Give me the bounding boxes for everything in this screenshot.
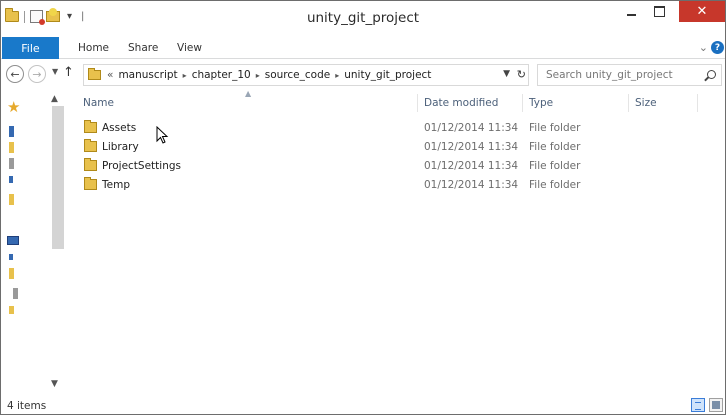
file-name[interactable]: Library — [102, 141, 139, 153]
forward-button[interactable]: → — [28, 65, 46, 83]
file-date-modified: 01/12/2014 11:34 — [424, 160, 519, 172]
recent-locations-dropdown[interactable]: ▼ — [52, 67, 58, 76]
sort-ascending-icon: ▲ — [245, 89, 252, 98]
expand-ribbon-chevron-icon[interactable]: ⌄ — [699, 41, 708, 54]
close-icon: ✕ — [696, 4, 708, 19]
breadcrumb-chapter-10[interactable]: chapter_10 — [192, 69, 251, 81]
breadcrumb-unity-git-project[interactable]: unity_git_project — [344, 69, 431, 81]
file-date-modified: 01/12/2014 11:34 — [424, 141, 519, 153]
folder-icon — [84, 158, 97, 171]
mouse-pointer-icon — [156, 126, 169, 144]
file-type: File folder — [529, 160, 581, 172]
folder-icon — [84, 177, 97, 190]
file-type: File folder — [529, 179, 581, 191]
tab-home[interactable]: Home — [78, 42, 109, 54]
column-divider[interactable] — [697, 94, 698, 112]
libraries-folder-icon[interactable] — [9, 194, 14, 205]
navigation-pane: ★ ▲ ▼ — [1, 92, 65, 398]
file-type: File folder — [529, 141, 581, 153]
network-icon[interactable] — [9, 254, 13, 260]
breadcrumb-chevron-icon[interactable]: ▸ — [335, 71, 339, 80]
breadcrumb-manuscript[interactable]: manuscript — [118, 69, 177, 81]
recent-places-icon[interactable] — [9, 158, 14, 169]
tab-share[interactable]: Share — [128, 42, 158, 54]
explorer-window: ▾ | unity_git_project ✕ File Home Share … — [0, 0, 726, 415]
onedrive-icon[interactable] — [9, 176, 13, 183]
up-button[interactable]: ↑ — [63, 65, 74, 80]
column-type[interactable]: Type — [529, 97, 553, 109]
item-count: 4 items — [7, 400, 47, 412]
back-button[interactable]: ← — [6, 65, 24, 83]
status-bar: 4 items — [1, 397, 725, 414]
breadcrumb-chevron-icon[interactable]: ▸ — [183, 71, 187, 80]
table-row[interactable]: Temp 01/12/2014 11:34 File folder — [65, 176, 725, 195]
search-placeholder: Search unity_git_project — [546, 69, 673, 81]
folder-icon — [84, 120, 97, 133]
file-name[interactable]: ProjectSettings — [102, 160, 181, 172]
file-name[interactable]: Assets — [102, 122, 136, 134]
folder-icon — [88, 68, 101, 80]
search-icon[interactable] — [707, 70, 716, 79]
folder-icon[interactable] — [9, 268, 14, 279]
close-button[interactable]: ✕ — [679, 1, 725, 22]
drive-icon[interactable] — [9, 306, 14, 314]
column-divider[interactable] — [522, 94, 523, 112]
table-row[interactable]: ProjectSettings 01/12/2014 11:34 File fo… — [65, 157, 725, 176]
column-divider[interactable] — [628, 94, 629, 112]
file-date-modified: 01/12/2014 11:34 — [424, 179, 519, 191]
refresh-icon[interactable]: ↻ — [517, 68, 526, 81]
favorites-star-icon[interactable]: ★ — [7, 98, 20, 116]
breadcrumb-chevron-icon[interactable]: ▸ — [256, 71, 260, 80]
tab-view[interactable]: View — [177, 42, 202, 54]
desktop-icon[interactable] — [9, 126, 14, 137]
folder-icon — [84, 139, 97, 152]
address-history-dropdown[interactable]: ▼ — [503, 69, 510, 79]
column-headers: ▲ Name Date modified Type Size — [65, 89, 725, 116]
window-title: unity_git_project — [306, 10, 420, 26]
downloads-folder-icon[interactable] — [9, 142, 14, 153]
this-pc-icon[interactable] — [7, 236, 19, 245]
maximize-button[interactable] — [646, 1, 673, 22]
tab-file[interactable]: File — [2, 37, 59, 59]
navigation-scrollbar-thumb[interactable] — [52, 106, 64, 249]
breadcrumb-source-code[interactable]: source_code — [265, 69, 330, 81]
column-date-modified[interactable]: Date modified — [424, 97, 498, 109]
column-divider[interactable] — [417, 94, 418, 112]
minimize-button[interactable] — [618, 1, 645, 22]
large-icons-view-icon[interactable] — [709, 398, 723, 412]
breadcrumb-overflow[interactable]: « — [107, 69, 113, 81]
scroll-up-chevron-icon[interactable]: ▲ — [51, 94, 58, 104]
scroll-down-chevron-icon[interactable]: ▼ — [51, 379, 58, 389]
homegroup-icon[interactable] — [13, 288, 18, 299]
details-view-icon[interactable] — [691, 398, 705, 412]
search-input[interactable]: Search unity_git_project — [537, 64, 722, 86]
file-type: File folder — [529, 122, 581, 134]
title-bar: ▾ | unity_git_project ✕ — [1, 1, 725, 34]
file-name[interactable]: Temp — [102, 179, 130, 191]
navigation-bar: ← → ▼ ↑ « manuscript ▸ chapter_10 ▸ sour… — [1, 61, 725, 91]
ribbon-tabs: File Home Share View ⌄ ? — [1, 37, 725, 59]
file-date-modified: 01/12/2014 11:34 — [424, 122, 519, 134]
help-icon[interactable]: ? — [711, 41, 724, 54]
column-size[interactable]: Size — [635, 97, 657, 109]
column-name[interactable]: Name — [83, 97, 114, 109]
address-bar[interactable]: « manuscript ▸ chapter_10 ▸ source_code … — [83, 64, 529, 86]
